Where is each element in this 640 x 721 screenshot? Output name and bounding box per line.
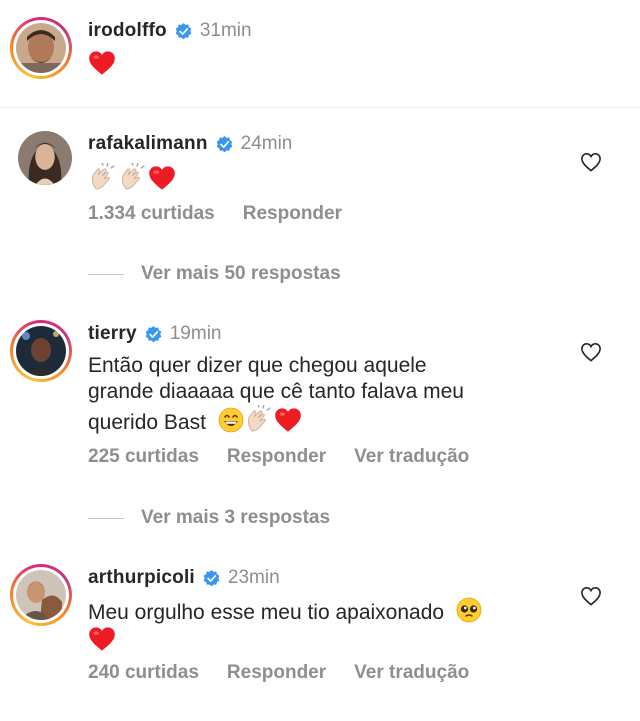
divider — [0, 107, 640, 108]
timestamp: 19min — [169, 323, 222, 344]
likes-count[interactable]: 240 curtidas — [88, 662, 199, 684]
comment-text: Então quer dizer que chegou aquele grand… — [88, 353, 558, 436]
comment-line-with-emojis: Meu orgulho esse meu tio apaixonado — [88, 597, 558, 626]
grinning-face-icon — [218, 407, 244, 433]
translate-button[interactable]: Ver tradução — [354, 446, 469, 468]
comment-text — [88, 50, 558, 79]
username[interactable]: tierry — [88, 323, 137, 345]
username[interactable]: rafakalimann — [88, 133, 208, 155]
avatar[interactable] — [18, 131, 72, 185]
likes-count[interactable]: 225 curtidas — [88, 446, 199, 468]
reply-button[interactable]: Responder — [243, 203, 342, 225]
avatar[interactable] — [10, 17, 72, 79]
avatar[interactable] — [10, 564, 72, 626]
comment-line: querido Bast — [88, 411, 206, 434]
heart-outline-icon[interactable] — [580, 342, 602, 362]
comment-text: Meu orgulho esse meu tio apaixonado — [88, 597, 558, 655]
red-heart-icon — [149, 166, 175, 190]
comment-meta: 240 curtidas Responder Ver tradução — [88, 662, 497, 684]
replies-line — [88, 517, 124, 519]
verified-badge-icon — [175, 22, 192, 39]
avatar-photo — [16, 326, 66, 376]
clapping-hands-icon — [92, 163, 115, 190]
reply-button[interactable]: Responder — [227, 662, 326, 684]
red-heart-icon — [89, 51, 115, 75]
avatar[interactable] — [10, 320, 72, 382]
comment-text — [88, 163, 558, 194]
username[interactable]: irodolffo — [88, 20, 167, 42]
avatar-photo — [18, 131, 72, 185]
avatar-photo — [16, 570, 66, 620]
avatar-photo — [16, 23, 66, 73]
verified-badge-icon — [145, 325, 162, 342]
comment-meta: 225 curtidas Responder Ver tradução — [88, 446, 497, 468]
clapping-hands-icon — [122, 163, 145, 190]
heart-outline-icon[interactable] — [580, 586, 602, 606]
comment-line-with-emojis — [88, 626, 558, 655]
comments-page: irodolffo 31min rafakalimann 24min 1.334… — [0, 0, 640, 721]
view-replies-button[interactable]: Ver mais 3 respostas — [88, 507, 330, 529]
timestamp: 24min — [240, 133, 293, 154]
view-replies-label[interactable]: Ver mais 3 respostas — [141, 507, 330, 529]
comment-line: grande diaaaaa que cê tanto falava meu — [88, 380, 464, 403]
view-replies-button[interactable]: Ver mais 50 respostas — [88, 263, 341, 285]
comment-line-with-emojis: querido Bast — [88, 405, 558, 436]
comment-line: Meu orgulho esse meu tio apaixonado — [88, 601, 445, 624]
likes-count[interactable]: 1.334 curtidas — [88, 203, 215, 225]
username[interactable]: arthurpicoli — [88, 567, 195, 589]
comment-meta: 1.334 curtidas Responder — [88, 203, 370, 225]
comment-line: Então quer dizer que chegou aquele — [88, 354, 427, 377]
timestamp: 23min — [227, 567, 280, 588]
timestamp: 31min — [199, 20, 252, 41]
pleading-face-icon — [456, 597, 482, 623]
clapping-hands-icon — [247, 405, 271, 432]
red-heart-icon — [274, 408, 301, 432]
replies-line — [88, 273, 124, 275]
translate-button[interactable]: Ver tradução — [354, 662, 469, 684]
view-replies-label[interactable]: Ver mais 50 respostas — [141, 263, 341, 285]
heart-outline-icon[interactable] — [580, 152, 602, 172]
reply-button[interactable]: Responder — [227, 446, 326, 468]
red-heart-icon — [89, 627, 115, 651]
verified-badge-icon — [216, 135, 232, 152]
verified-badge-icon — [203, 569, 220, 586]
